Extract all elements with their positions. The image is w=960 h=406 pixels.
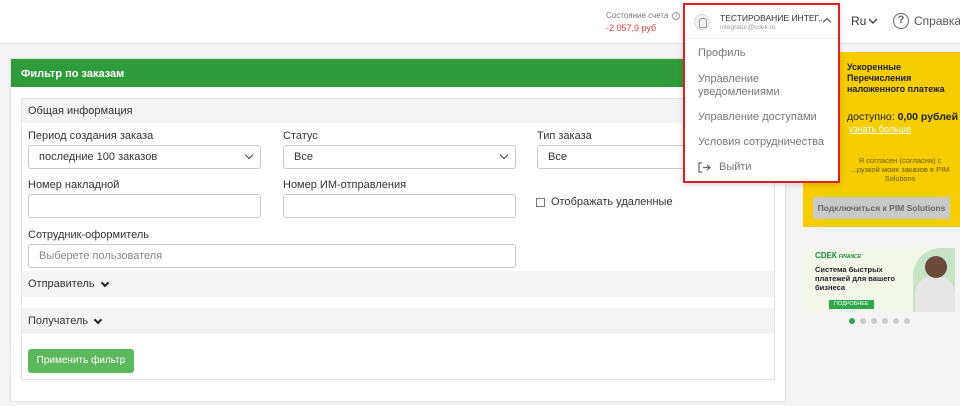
logout-label: Выйти (719, 161, 752, 173)
receiver-section-toggle[interactable]: Получатель (22, 308, 774, 334)
im-shipment-label: Номер ИМ-отправления (283, 179, 407, 191)
learn-more-link[interactable]: узнать больше (849, 124, 911, 134)
sender-label: Отправитель (28, 278, 95, 290)
order-filter-card: Фильтр по заказам Общая информация Перио… (10, 58, 786, 402)
chevron-down-icon (499, 150, 509, 160)
carousel-dot[interactable] (860, 318, 866, 324)
avatar-icon (694, 14, 710, 30)
carousel-dots (849, 318, 910, 324)
im-shipment-input[interactable] (283, 194, 516, 218)
banner-more-button[interactable]: ПОДРОБНЕЕ (829, 300, 874, 309)
waybill-label: Номер накладной (28, 179, 120, 191)
menu-item-notifications[interactable]: Управление уведомлениями (698, 73, 818, 99)
balance-value: -2 057,9 руб (606, 23, 657, 33)
carousel-dot[interactable] (871, 318, 877, 324)
carousel-dot[interactable] (849, 318, 855, 324)
show-deleted-checkbox[interactable]: Отображать удаленные (536, 196, 673, 208)
cdek-finance-banner[interactable]: СDЕК FINANCE Система быстрых платежей для… (803, 248, 955, 312)
cdek-finance-logo: СDЕК FINANCE (815, 251, 862, 260)
carousel-dot[interactable] (893, 318, 899, 324)
user-menu-dropdown: ТЕСТИРОВАНИЕ ИНТЕГ... integrator@cdek.ru… (683, 3, 840, 183)
balance-label: Состояние счета (606, 11, 669, 20)
menu-item-profile[interactable]: Профиль (698, 47, 746, 60)
menu-item-logout[interactable]: Выйти (698, 161, 752, 174)
user-menu-header[interactable]: ТЕСТИРОВАНИЕ ИНТЕГ... integrator@cdek.ru (685, 5, 838, 39)
chevron-up-icon (822, 17, 832, 27)
sender-section-toggle[interactable]: Отправитель (22, 271, 774, 297)
checkbox-icon[interactable] (536, 197, 545, 207)
help-link[interactable]: ? Справка (893, 13, 960, 29)
chevron-down-icon (244, 150, 254, 160)
show-deleted-label: Отображать удаленные (551, 196, 673, 208)
filter-title: Фильтр по заказам (11, 59, 785, 87)
carousel-dot[interactable] (904, 318, 910, 324)
carousel-dot[interactable] (882, 318, 888, 324)
banner-person-body (915, 276, 955, 312)
status-select[interactable]: Все (283, 145, 516, 169)
apply-filter-button[interactable]: Применить фильтр (28, 349, 134, 373)
period-select-value: последние 100 заказов (39, 151, 158, 163)
user-name: ТЕСТИРОВАНИЕ ИНТЕГ... (720, 13, 826, 23)
language-value: Ru (851, 14, 867, 28)
period-label: Период создания заказа (28, 130, 154, 142)
period-select[interactable]: последние 100 заказов (28, 145, 261, 169)
order-type-select-value: Все (548, 151, 567, 163)
waybill-input[interactable] (28, 194, 261, 218)
employee-input[interactable]: Выберете пользователя (28, 244, 516, 268)
status-select-value: Все (294, 151, 313, 163)
menu-item-terms[interactable]: Условия сотрудничества (698, 136, 824, 149)
available-value: 0,00 рублей (897, 111, 959, 123)
user-email: integrator@cdek.ru (720, 24, 776, 31)
chevron-down-icon (100, 278, 109, 287)
agree-text: Я согласен (согласна) с ...рузкой моих з… (850, 156, 950, 183)
help-label: Справка (914, 14, 960, 28)
logout-icon (698, 162, 711, 173)
connect-pim-button[interactable]: Подключиться к PIM Solutions (813, 197, 950, 219)
help-icon: ? (893, 13, 909, 29)
banner-person-image (925, 256, 947, 278)
language-selector[interactable]: Ru (851, 14, 878, 28)
order-type-label: Тип заказа (537, 130, 592, 142)
status-label: Статус (283, 130, 318, 142)
account-balance: Состояние счета i -2 057,9 руб (606, 11, 681, 33)
promo-title: Ускоренные Перечисления наложенного плат… (847, 62, 945, 94)
chevron-down-icon (868, 18, 878, 24)
banner-text: Система быстрых платежей для вашего бизн… (815, 265, 895, 292)
chevron-down-icon (93, 315, 103, 324)
promo-available: доступно: 0,00 рублей (847, 111, 958, 123)
available-prefix: доступно: (847, 111, 895, 123)
info-icon[interactable]: i (672, 11, 681, 20)
filter-form: Общая информация Период создания заказа … (21, 98, 775, 380)
menu-item-access[interactable]: Управление доступами (698, 111, 817, 124)
receiver-label: Получатель (28, 315, 89, 327)
employee-label: Сотрудник-оформитель (28, 229, 150, 241)
general-info-legend: Общая информация (22, 99, 774, 123)
